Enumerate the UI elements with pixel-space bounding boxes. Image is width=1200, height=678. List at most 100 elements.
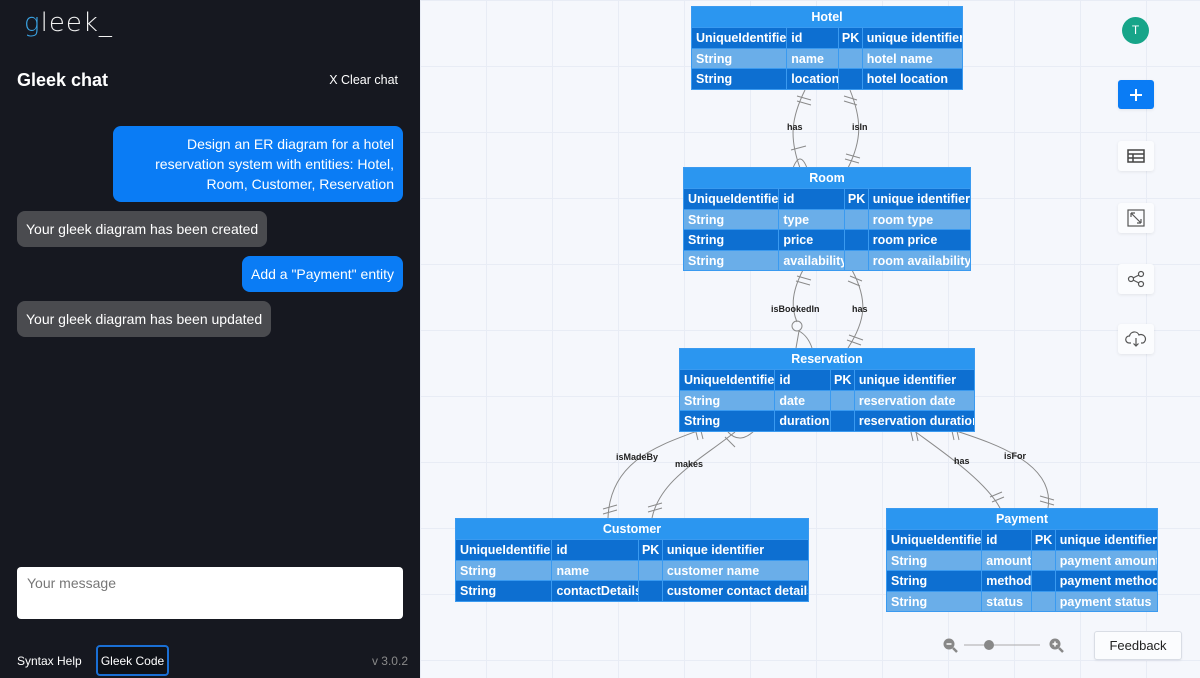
attr-description: customer contact details <box>662 580 808 601</box>
entity-title: Room <box>684 168 970 188</box>
attr-description: reservation duration <box>854 410 975 431</box>
entity-attribute-row: String name customer name <box>456 559 808 580</box>
attr-type: String <box>692 47 788 68</box>
entity-attribute-row: UniqueIdentifier id PK unique identifier <box>887 529 1157 550</box>
attr-name: status <box>982 590 1032 611</box>
table-icon <box>1127 149 1145 163</box>
entity-reservation[interactable]: Reservation UniqueIdentifier id PK unique id… <box>679 348 975 432</box>
attr-description: room type <box>868 208 971 230</box>
plus-icon <box>1130 88 1142 101</box>
optional-mark <box>791 320 803 332</box>
attr-key <box>830 410 855 431</box>
attr-description: unique identifier <box>868 188 971 209</box>
attr-name: name <box>787 47 839 68</box>
attr-key <box>1031 570 1056 591</box>
attr-type: String <box>887 590 983 611</box>
fit-screen-button[interactable] <box>1118 203 1154 233</box>
user-avatar[interactable]: T <box>1122 17 1149 44</box>
relationship-label: isMadeBy <box>616 452 659 462</box>
entity-attribute-row: String amount payment amount <box>887 549 1157 570</box>
zoom-slider-thumb[interactable] <box>984 640 994 650</box>
attr-type: String <box>692 68 788 89</box>
crow-foot <box>795 330 813 349</box>
attr-description: payment status <box>1055 590 1157 612</box>
attr-key: PK <box>830 369 855 390</box>
zoom-in-icon[interactable] <box>1049 638 1064 653</box>
download-button[interactable] <box>1118 324 1154 354</box>
attr-key: PK <box>638 539 663 560</box>
relationship-label: isBookedIn <box>771 304 820 314</box>
share-button[interactable] <box>1118 264 1154 294</box>
entity-title: Hotel <box>692 7 962 27</box>
attr-key: PK <box>838 27 863 48</box>
entity-hotel[interactable]: Hotel UniqueIdentifier id PK unique identifi… <box>691 6 963 90</box>
attr-name: duration <box>775 410 831 431</box>
attr-key: PK <box>1031 529 1056 550</box>
attr-description: unique identifier <box>662 539 808 560</box>
attr-name: location <box>787 68 839 89</box>
cloud-download-icon <box>1125 331 1147 347</box>
entity-attribute-row: String price room price <box>684 229 971 250</box>
table-view-button[interactable] <box>1118 141 1154 171</box>
attr-name: price <box>779 229 845 250</box>
attr-type: String <box>680 389 776 410</box>
attr-type: UniqueIdentifier <box>692 27 788 48</box>
share-icon <box>1127 270 1145 288</box>
entity-attribute-row: String availability room availability <box>684 249 971 271</box>
cardinality-mark <box>602 430 704 515</box>
entity-attribute-row: String date reservation date <box>680 389 975 411</box>
attr-name: id <box>779 188 845 209</box>
entity-attribute-row: String contactDetails customer contact det… <box>456 580 808 601</box>
entity-attribute-row: String type room type <box>684 208 971 230</box>
entity-attribute-row: UniqueIdentifier id PK unique identifier <box>456 539 808 560</box>
attr-type: String <box>887 549 983 570</box>
attr-key <box>1031 549 1056 570</box>
cardinality-mark <box>910 431 1005 503</box>
attr-key <box>844 249 869 270</box>
attr-type: String <box>456 580 553 601</box>
attr-key <box>638 580 663 601</box>
entity-payment[interactable]: Payment UniqueIdentifier id PK unique identi… <box>886 508 1158 612</box>
add-button[interactable] <box>1118 80 1154 109</box>
attr-description: room availability <box>868 249 971 271</box>
attr-name: type <box>779 208 845 229</box>
attr-type: UniqueIdentifier <box>684 188 780 209</box>
relationship-label: isIn <box>852 122 868 132</box>
relationship-line <box>952 429 1050 509</box>
entity-attribute-row: UniqueIdentifier id PK unique identifier <box>692 27 962 48</box>
entity-title: Payment <box>887 509 1157 529</box>
attr-description: reservation date <box>854 389 975 411</box>
attr-name: id <box>775 369 831 390</box>
feedback-button[interactable]: Feedback <box>1094 631 1182 660</box>
zoom-out-icon[interactable] <box>943 638 958 653</box>
attr-name: date <box>775 389 831 410</box>
attr-description: payment method <box>1055 570 1157 591</box>
relationship-line <box>651 431 736 519</box>
attr-key <box>844 229 869 250</box>
relationship-label: has <box>954 456 970 466</box>
entity-attribute-row: String duration reservation duration <box>680 410 975 431</box>
attr-name: id <box>982 529 1032 550</box>
attr-type: String <box>887 570 983 591</box>
attr-key <box>830 389 855 410</box>
attr-type: String <box>680 410 776 431</box>
attr-key <box>1031 590 1056 611</box>
entity-customer[interactable]: Customer UniqueIdentifier id PK unique ident… <box>455 518 809 602</box>
entity-room[interactable]: Room UniqueIdentifier id PK unique identifie… <box>683 167 971 271</box>
attr-type: UniqueIdentifier <box>456 539 553 560</box>
attr-description: unique identifier <box>854 369 975 390</box>
entity-attribute-row: String method payment method <box>887 570 1157 591</box>
attr-type: UniqueIdentifier <box>680 369 776 390</box>
attr-name: availability <box>779 249 845 270</box>
attr-type: String <box>684 249 780 270</box>
expand-icon <box>1127 209 1145 227</box>
entity-attribute-row: UniqueIdentifier id PK unique identifier <box>684 188 971 209</box>
entity-title: Reservation <box>680 349 974 369</box>
attr-name: amount <box>982 549 1032 570</box>
attr-description: hotel location <box>862 68 962 89</box>
attr-name: contactDetails <box>552 580 639 601</box>
zoom-control <box>940 634 1070 656</box>
entity-attribute-row: String location hotel location <box>692 68 962 89</box>
entity-title: Customer <box>456 519 808 539</box>
cardinality-mark <box>951 430 1055 506</box>
